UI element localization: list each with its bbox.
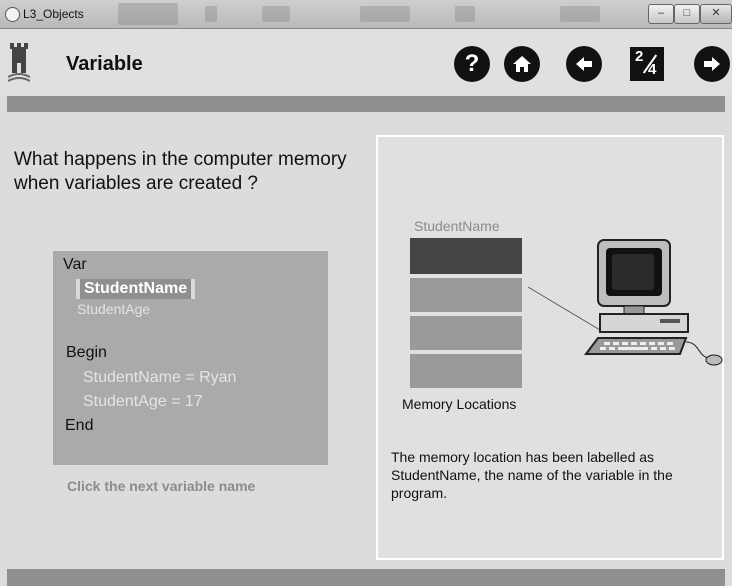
- close-button[interactable]: ✕: [700, 4, 732, 24]
- next-button[interactable]: [694, 46, 730, 82]
- window-title-bar: L3_Objects – □ ✕: [0, 0, 732, 29]
- end-keyword: End: [65, 417, 94, 434]
- home-icon: [513, 56, 531, 72]
- page-current: 2: [635, 48, 644, 65]
- help-button[interactable]: ?: [454, 46, 490, 82]
- computer-illustration-icon: [527, 239, 723, 366]
- memory-description: The memory location has been labelled as…: [391, 449, 673, 501]
- blurred-toolbar-area: [560, 6, 600, 22]
- castle-logo-icon: [8, 43, 30, 82]
- header-divider-bar: [7, 96, 725, 112]
- instruction-hint: Click the next variable name: [67, 478, 256, 494]
- maximize-button[interactable]: □: [674, 4, 700, 24]
- page-indicator: 2 4: [630, 47, 664, 81]
- minimize-button[interactable]: –: [648, 4, 674, 24]
- arrow-right-icon: [704, 57, 720, 71]
- page-title: Variable: [66, 53, 143, 75]
- memory-cell-label: StudentName: [414, 218, 500, 234]
- memory-cell: [410, 314, 522, 350]
- blurred-toolbar-area: [262, 6, 290, 22]
- arrow-left-icon: [576, 57, 592, 71]
- blurred-toolbar-area: [205, 6, 217, 22]
- window-controls: – □ ✕: [648, 4, 732, 24]
- memory-cell: [410, 352, 522, 388]
- blurred-toolbar-area: [360, 6, 410, 22]
- page-total: 4: [648, 61, 657, 78]
- var-keyword: Var: [63, 256, 87, 273]
- blurred-toolbar-area: [118, 3, 178, 25]
- memory-cell-active: [410, 238, 522, 274]
- footer-bar: [7, 569, 725, 586]
- variable-studentname-label: StudentName: [80, 279, 192, 299]
- statement-line: StudentName = Ryan: [83, 369, 237, 386]
- question-text: What happens in the computer memory when…: [14, 149, 347, 194]
- app-icon: [5, 7, 20, 22]
- variable-studentname[interactable]: StudentName: [76, 279, 196, 299]
- home-button[interactable]: [504, 46, 540, 82]
- help-icon: ?: [464, 50, 480, 77]
- memory-cell: [410, 276, 522, 312]
- code-panel: Var StudentName StudentAge Begin Student…: [53, 251, 328, 465]
- memory-caption: Memory Locations: [402, 396, 517, 412]
- begin-keyword: Begin: [66, 344, 107, 361]
- window-title: L3_Objects: [23, 7, 84, 21]
- variable-studentage[interactable]: StudentAge: [77, 301, 150, 317]
- statement-line: StudentAge = 17: [83, 393, 203, 410]
- app-header: Variable ? 2 4: [0, 29, 732, 95]
- blurred-toolbar-area: [455, 6, 475, 22]
- back-button[interactable]: [566, 46, 602, 82]
